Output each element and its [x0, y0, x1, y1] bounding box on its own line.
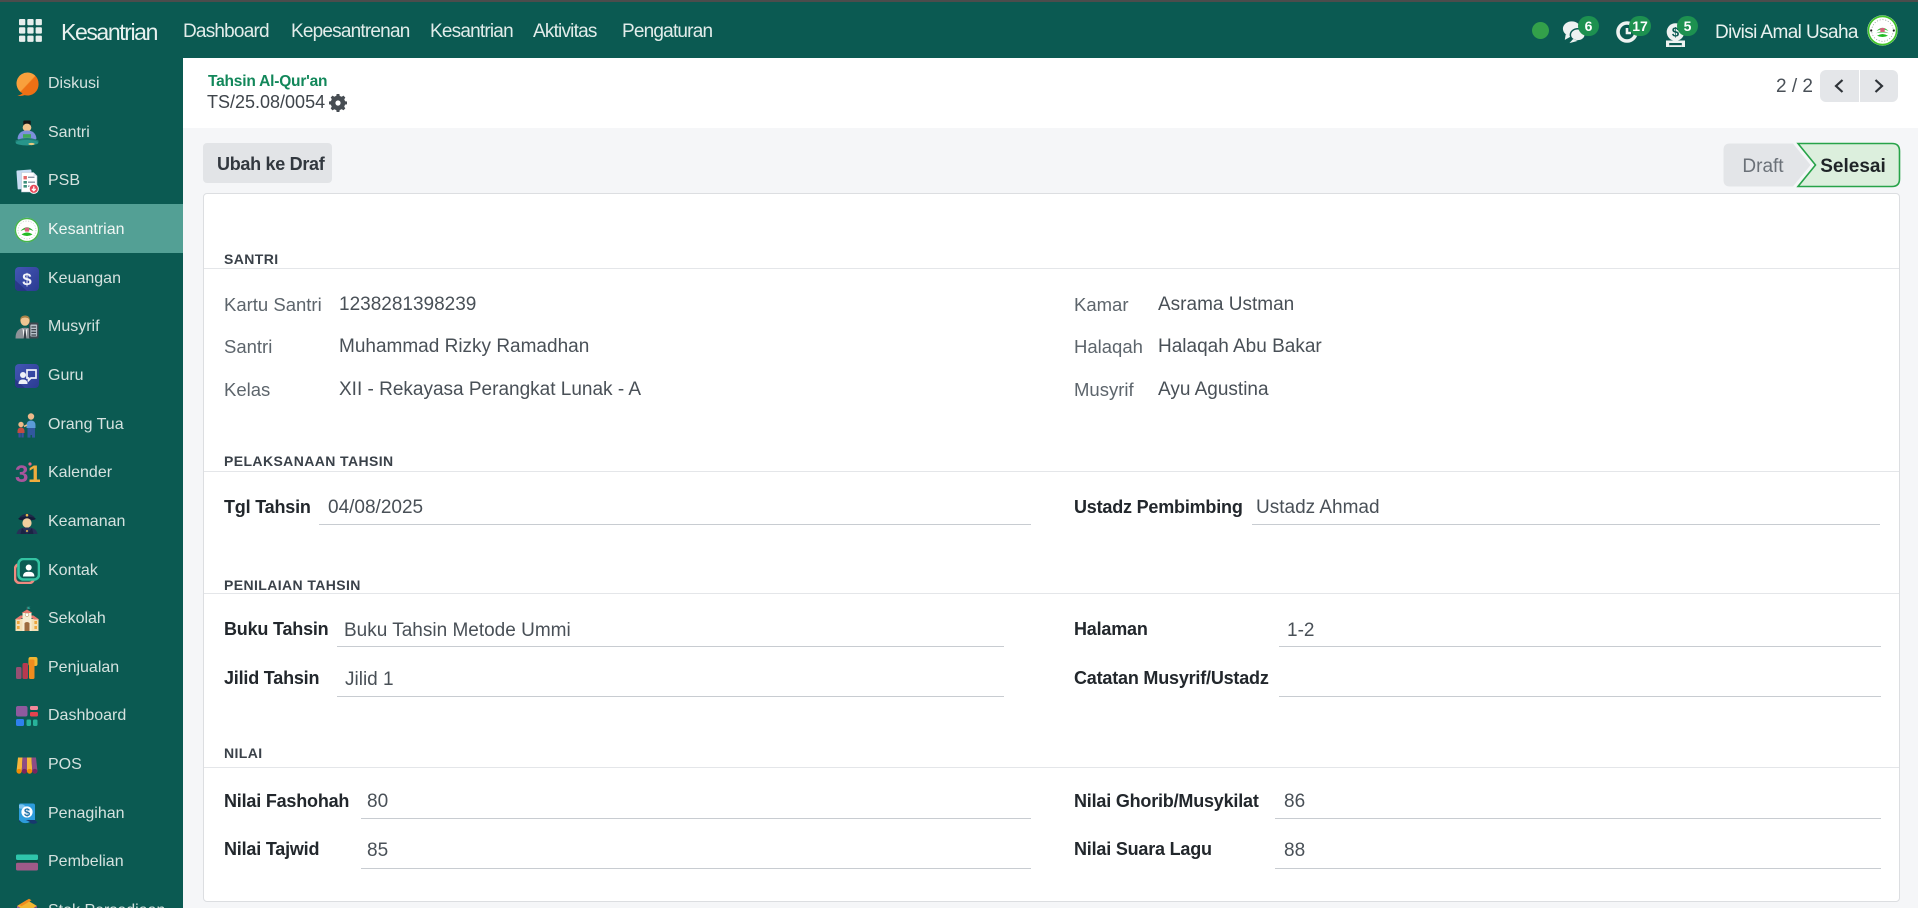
svg-text:$: $ — [24, 807, 30, 819]
svg-text:3: 3 — [15, 461, 28, 486]
svg-text:$: $ — [22, 270, 32, 289]
svg-text:Selesai: Selesai — [1820, 156, 1886, 177]
svg-text:Draft: Draft — [1742, 156, 1784, 177]
